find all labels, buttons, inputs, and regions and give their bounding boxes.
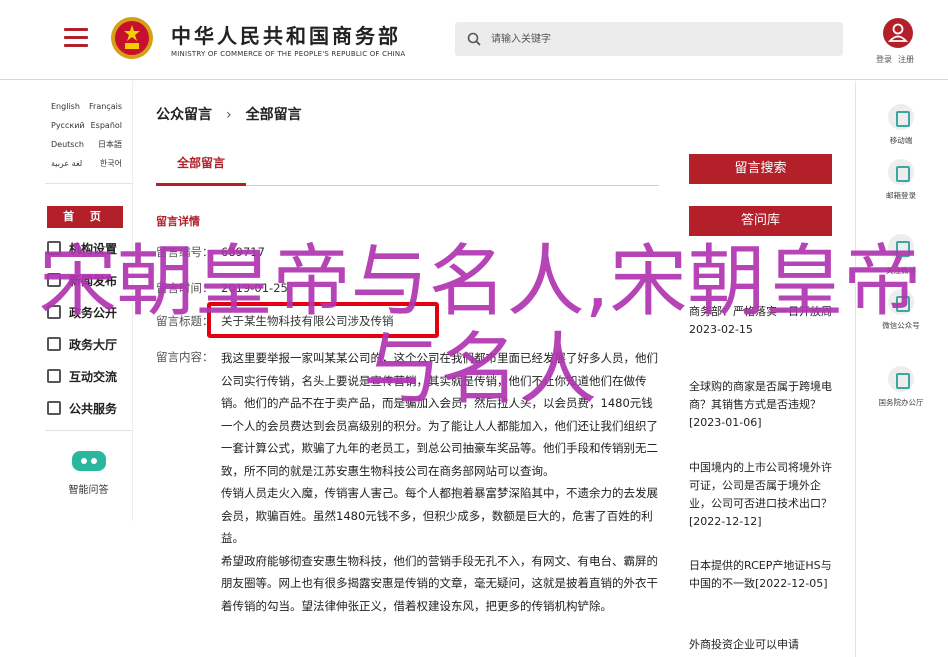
- rightbar-mobile[interactable]: 移动端: [886, 104, 916, 146]
- smart-qa-label: 智能问答: [68, 485, 109, 496]
- nav-list: 机构设置 新闻发布 政务公开 政务大厅 互动交流 公共服务: [45, 232, 132, 431]
- lang-spanish[interactable]: Español: [91, 121, 122, 130]
- smart-qa-button[interactable]: 智能问答: [45, 451, 132, 496]
- news-item[interactable]: 中国境内的上市公司将境外许可证，公司是否属于境外企业，公司可否进口技术出口？[2…: [689, 459, 832, 531]
- site-title: 中华人民共和国商务部: [171, 24, 401, 48]
- lang-japanese[interactable]: 日本語: [98, 139, 122, 150]
- news-item[interactable]: 商务部：严格落实一日开放周 2023-02-15: [689, 303, 832, 339]
- wechat-icon: [888, 289, 914, 315]
- field-message-time: 留言时间： 2019-01-25: [156, 281, 288, 295]
- mail-icon: [888, 159, 914, 185]
- lang-german[interactable]: Deutsch: [51, 140, 84, 149]
- lang-russian[interactable]: Русский: [51, 121, 85, 130]
- robot-icon: [71, 451, 106, 471]
- tab-all-messages[interactable]: 全部留言: [156, 150, 246, 186]
- content-label: 留言内容：: [156, 350, 214, 364]
- news-item[interactable]: 全球购的商家是否属于跨境电商？其销售方式是否违规？[2023-01-06]: [689, 378, 832, 432]
- page: 中华人民共和国商务部 MINISTRY OF COMMERCE OF THE P…: [0, 0, 948, 657]
- message-time-value: 2019-01-25: [221, 281, 288, 295]
- nav-item-org[interactable]: 机构设置: [45, 232, 132, 264]
- nav-item-services-hall[interactable]: 政务大厅: [45, 328, 132, 360]
- breadcrumb-item-public-messages[interactable]: 公众留言: [156, 107, 212, 123]
- menu-icon[interactable]: [64, 28, 88, 48]
- rightbar-wechat[interactable]: 微信公众号: [882, 289, 920, 331]
- tab-bar: 全部留言: [156, 150, 659, 186]
- nav-item-news[interactable]: 新闻发布: [45, 264, 132, 296]
- rightbar-weibo[interactable]: 关注微博: [886, 234, 916, 276]
- faq-button[interactable]: 答问库: [689, 206, 832, 236]
- weibo-icon: [888, 234, 914, 260]
- breadcrumb-item-all-messages[interactable]: 全部留言: [246, 107, 302, 123]
- right-floating-bar: 移动端 邮箱登录 关注微博 微信公众号 国务院办公厅: [855, 81, 948, 657]
- lang-english[interactable]: English: [51, 102, 80, 111]
- user-icon[interactable]: [883, 18, 913, 48]
- news-item[interactable]: 日本提供的RCEP产地证HS与中国的不一致[2022-12-05]: [689, 557, 832, 593]
- diamond-icon: [47, 401, 61, 415]
- left-nav: English Français Русский Español Deutsch 日本…: [45, 81, 133, 521]
- register-link[interactable]: 注册: [898, 55, 914, 64]
- content-paragraph: 我这里要举报一家叫某某公司的，这个公司在我们都市里面已经发展了好多人员，他们公司…: [221, 351, 658, 478]
- at-icon: [888, 366, 914, 392]
- chevron-right-icon: ›: [226, 107, 232, 123]
- nav-item-public-service[interactable]: 公共服务: [45, 392, 132, 424]
- breadcrumb: 公众留言 › 全部留言: [156, 104, 302, 124]
- content-paragraph: 传销人员走火入魔，传销害人害己。每个人都抱着暴富梦深陷其中，不遗余力的去发展会员…: [221, 486, 658, 545]
- monitor-icon: [47, 337, 61, 351]
- site-header: 中华人民共和国商务部 MINISTRY OF COMMERCE OF THE P…: [0, 0, 948, 80]
- rightbar-mail[interactable]: 邮箱登录: [886, 159, 916, 201]
- message-no-value: 689717: [221, 245, 265, 259]
- message-content: 我这里要举报一家叫某某公司的，这个公司在我们都市里面已经发展了好多人员，他们公司…: [221, 347, 661, 617]
- rightbar-gov[interactable]: 国务院办公厅: [879, 366, 924, 408]
- search-icon[interactable]: [467, 32, 481, 46]
- login-links: 登录 注册: [876, 54, 920, 65]
- nav-item-disclosure[interactable]: 政务公开: [45, 296, 132, 328]
- chat-icon: [47, 369, 61, 383]
- lang-arabic[interactable]: لغة عربية: [51, 159, 82, 168]
- site-subtitle: MINISTRY OF COMMERCE OF THE PEOPLE'S REP…: [171, 50, 406, 58]
- language-switcher: English Français Русский Español Deutsch 日本…: [45, 81, 132, 184]
- nav-item-interaction[interactable]: 互动交流: [45, 360, 132, 392]
- org-icon: [47, 241, 61, 255]
- detail-title: 留言详情: [156, 215, 200, 228]
- lang-french[interactable]: Français: [89, 102, 122, 111]
- search-box: [455, 22, 843, 56]
- national-emblem-icon: [111, 17, 153, 59]
- field-message-no: 留言编号： 689717: [156, 245, 265, 259]
- mobile-icon: [888, 104, 914, 130]
- news-icon: [47, 273, 61, 287]
- home-button[interactable]: 首 页: [47, 206, 123, 228]
- content-paragraph: 希望政府能够彻查安惠生物科技，他们的营销手段无孔不入，有网文、有电台、霸屏的朋友…: [221, 553, 658, 613]
- news-item[interactable]: 外商投资企业可以申请: [689, 636, 832, 654]
- message-search-button[interactable]: 留言搜索: [689, 154, 832, 184]
- document-icon: [47, 305, 61, 319]
- lang-korean[interactable]: 한국어: [100, 158, 122, 169]
- highlight-box: [207, 302, 439, 338]
- login-link[interactable]: 登录: [876, 55, 892, 64]
- search-input[interactable]: [491, 22, 831, 56]
